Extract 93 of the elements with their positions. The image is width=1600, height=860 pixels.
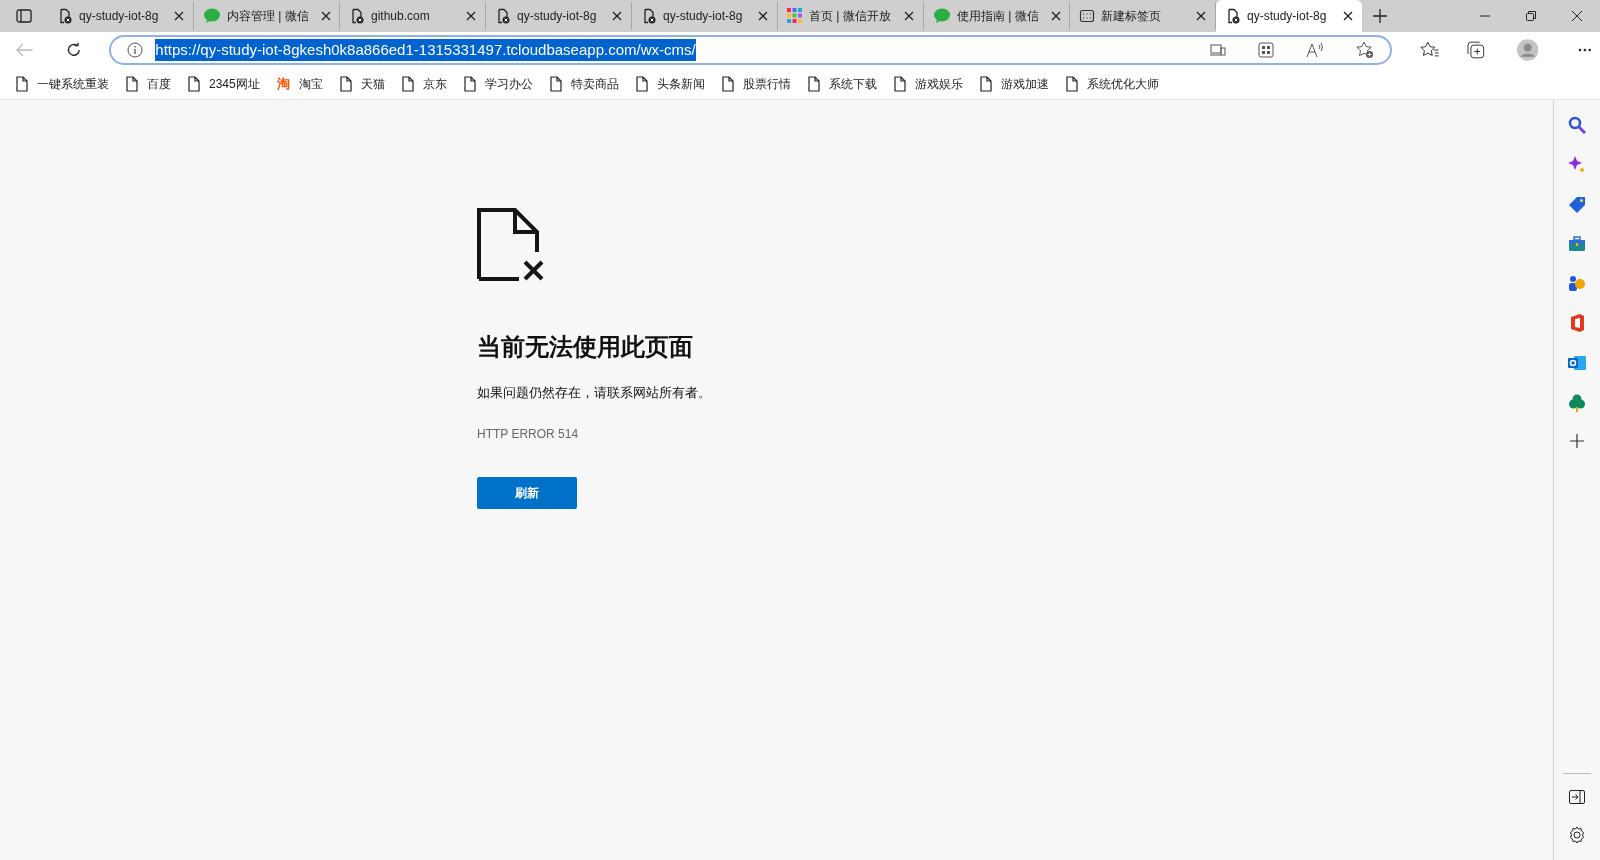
tree-icon[interactable]	[1569, 394, 1585, 412]
bookmark-link[interactable]: 淘宝	[298, 74, 323, 93]
tab-title: github.com	[371, 8, 430, 25]
chat-bubble-icon	[203, 8, 221, 24]
tab-title: qy-study-iot-8g	[517, 8, 597, 25]
page-icon	[401, 75, 414, 92]
bookmark-link[interactable]: 游戏加速	[1000, 74, 1049, 93]
bookmark-logo: 淘	[276, 74, 290, 93]
error-message: 如果问题仍然存在，请联系网站所有者。	[477, 384, 711, 402]
qr-grid-icon[interactable]	[1257, 42, 1274, 58]
page-icon	[463, 75, 476, 92]
page-icon	[16, 75, 28, 92]
add-icon[interactable]	[1570, 434, 1584, 448]
add-favorite-icon[interactable]	[1355, 41, 1374, 59]
tab-title: 使用指南 | 微信	[957, 8, 1039, 25]
bookmark-link[interactable]: 股票行情	[742, 74, 791, 93]
tab-title: qy-study-iot-8g	[1247, 8, 1327, 25]
tag-icon[interactable]	[1568, 196, 1586, 214]
broken-page-icon	[495, 8, 511, 24]
profile-avatar-icon[interactable]	[1516, 39, 1539, 61]
office-icon[interactable]	[1569, 314, 1585, 332]
restore-icon[interactable]	[1526, 11, 1536, 21]
close-icon[interactable]	[1050, 11, 1061, 21]
toolbox-icon[interactable]	[1568, 236, 1586, 252]
tab-actions-icon[interactable]	[16, 9, 32, 23]
broken-page-icon	[1225, 8, 1241, 24]
broken-page-icon	[641, 8, 657, 24]
broken-page-icon	[57, 8, 73, 24]
page-icon	[979, 75, 992, 92]
device-icon[interactable]	[1209, 43, 1226, 57]
browser-tab[interactable]: qy-study-iot-8g	[632, 2, 778, 30]
favorites-icon[interactable]	[1419, 41, 1440, 59]
more-menu-icon[interactable]	[1578, 48, 1592, 52]
error-title: 当前无法使用此页面	[477, 332, 693, 362]
close-icon[interactable]	[320, 11, 331, 21]
page-icon	[635, 75, 648, 92]
close-icon[interactable]	[612, 11, 622, 21]
browser-tab[interactable]: qy-study-iot-8g	[486, 2, 632, 30]
page-icon	[126, 75, 138, 92]
close-icon[interactable]	[1196, 11, 1206, 21]
bookmark-link[interactable]: 学习办公	[484, 74, 533, 93]
close-icon[interactable]	[1572, 11, 1582, 21]
collections-icon[interactable]	[1467, 41, 1485, 59]
refresh-icon[interactable]	[65, 42, 82, 58]
browser-tab[interactable]: 使用指南 | 微信	[924, 2, 1070, 30]
dot-grid-icon	[787, 8, 803, 24]
url-text: https://qy-study-iot-8gkesh0k8a866ed1-1315331497.tcloudbaseapp.com/wx-cms/	[155, 38, 696, 62]
close-icon[interactable]	[1343, 11, 1353, 21]
bookmark-link[interactable]: 特卖商品	[570, 74, 619, 93]
broken-page-icon	[349, 8, 365, 24]
search-icon[interactable]	[1568, 116, 1586, 134]
new-tab-plus-icon[interactable]	[1373, 9, 1387, 23]
info-icon[interactable]	[127, 42, 144, 58]
read-aloud-icon[interactable]	[1305, 42, 1324, 58]
close-icon[interactable]	[758, 11, 768, 21]
tab-title: qy-study-iot-8g	[663, 8, 743, 25]
browser-tab[interactable]: qy-study-iot-8g	[48, 2, 194, 30]
browser-tab[interactable]: 首页 | 微信开放	[778, 2, 924, 30]
bookmark-link[interactable]: 天猫	[360, 74, 385, 93]
tab-title: qy-study-iot-8g	[79, 8, 159, 25]
address-bar[interactable]: https://qy-study-iot-8gkesh0k8a866ed1-1315331497.tcloudbaseapp.com/wx-cms/	[109, 35, 1392, 65]
page-icon	[893, 75, 906, 92]
sparkle-icon[interactable]	[1568, 156, 1586, 174]
browser-tab[interactable]: github.com	[340, 2, 486, 30]
page-icon	[549, 75, 562, 92]
close-icon[interactable]	[174, 11, 184, 21]
close-icon[interactable]	[904, 11, 914, 21]
page-icon	[807, 75, 820, 92]
tab-title: 首页 | 微信开放	[809, 8, 891, 25]
tab-title: 内容管理 | 微信	[227, 8, 309, 25]
close-icon[interactable]	[466, 11, 476, 21]
page-icon	[721, 75, 734, 92]
bookmark-link[interactable]: 2345网址	[209, 74, 260, 93]
bookmark-link[interactable]: 游戏娱乐	[914, 74, 963, 93]
page-icon	[1065, 75, 1078, 92]
error-code: HTTP ERROR 514	[477, 425, 579, 443]
bookmark-link[interactable]: 头条新闻	[656, 74, 705, 93]
bookmark-link[interactable]: 系统优化大师	[1086, 74, 1159, 93]
bookmark-link[interactable]: 一键系统重装	[37, 74, 109, 93]
mail-icon[interactable]	[1568, 354, 1586, 372]
settings-icon[interactable]	[1568, 826, 1586, 844]
bookmark-link[interactable]: 系统下载	[828, 74, 877, 93]
page-icon	[188, 75, 200, 92]
panel-toggle-icon[interactable]	[1569, 790, 1585, 804]
page-icon	[339, 75, 352, 92]
chat-bubble-icon	[933, 8, 951, 24]
new-tab-icon	[1079, 8, 1095, 24]
browser-tab[interactable]: 内容管理 | 微信	[194, 2, 340, 30]
bookmark-link[interactable]: 京东	[422, 74, 447, 93]
browser-tab[interactable]: qy-study-iot-8g	[1216, 0, 1362, 32]
refresh-button[interactable]: 刷新	[477, 476, 577, 509]
tab-title: 新建标签页	[1101, 8, 1161, 25]
bookmark-link[interactable]: 百度	[147, 74, 171, 93]
